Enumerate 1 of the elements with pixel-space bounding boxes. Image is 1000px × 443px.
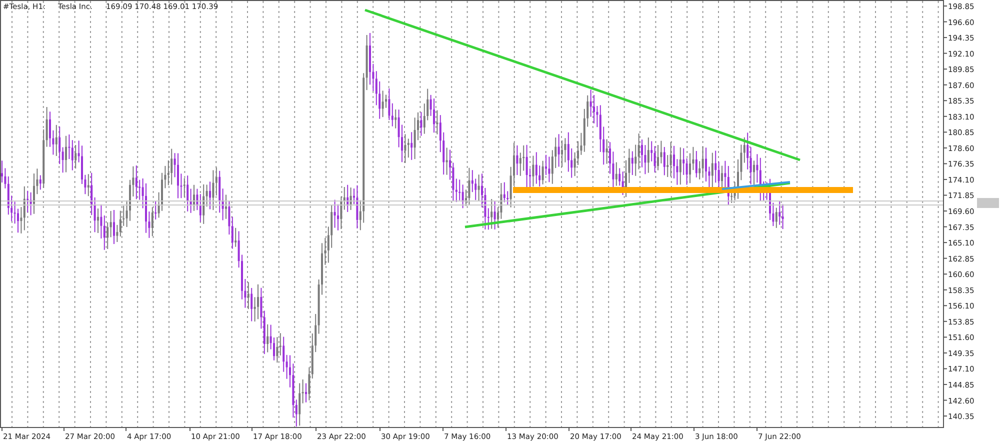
price-marker	[977, 198, 999, 208]
